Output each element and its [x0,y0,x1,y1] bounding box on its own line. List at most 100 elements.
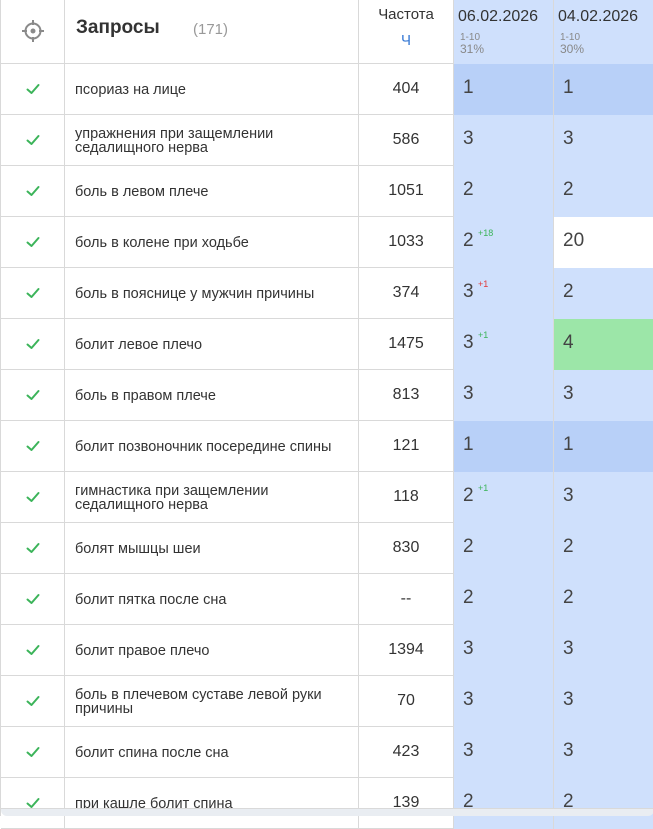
checkmark-icon[interactable] [25,387,41,403]
row-check-cell[interactable] [1,472,65,523]
checkmark-icon[interactable] [25,438,41,454]
checkmark-icon[interactable] [25,642,41,658]
row-query-cell[interactable]: болит пятка после сна [65,574,359,625]
row-check-cell[interactable] [1,574,65,625]
row-position-date-1[interactable]: 2 +1 [454,472,554,523]
table-row[interactable]: боль в левом плече 1051 2 2 [1,166,653,217]
row-query-cell[interactable]: болит спина после сна [65,727,359,778]
row-position-date-2[interactable]: 3 [554,472,653,523]
row-position-date-2[interactable]: 2 [554,166,653,217]
row-check-cell[interactable] [1,370,65,421]
row-position-date-2[interactable]: 2 [554,268,653,319]
checkmark-icon[interactable] [25,234,41,250]
row-position-date-2[interactable]: 3 [554,727,653,778]
row-query-cell[interactable]: боль в плечевом суставе левой руки причи… [65,676,359,727]
row-position-date-2[interactable]: 2 [554,574,653,625]
position-value: 3 [463,128,474,149]
position-value: 3 [463,740,474,761]
checkmark-icon[interactable] [25,693,41,709]
row-position-date-1[interactable]: 2 [454,778,554,829]
row-position-date-2[interactable]: 2 [554,523,653,574]
row-position-date-1[interactable]: 3 +1 [454,268,554,319]
table-row[interactable]: боль в пояснице у мужчин причины 374 3 +… [1,268,653,319]
row-query-cell[interactable]: при кашле болит спина [65,778,359,829]
table-row[interactable]: боль в плечевом суставе левой руки причи… [1,676,653,727]
table-row[interactable]: болит спина после сна 423 3 3 [1,727,653,778]
table-row[interactable]: псориаз на лице 404 1 1 [1,64,653,115]
header-date-2[interactable]: 04.02.2026 1-10 30% [554,0,653,64]
table-row[interactable]: болит правое плечо 1394 3 3 [1,625,653,676]
row-position-date-1[interactable]: 3 +1 [454,319,554,370]
row-check-cell[interactable] [1,115,65,166]
table-row[interactable]: гимнастика при защемлении седалищного не… [1,472,653,523]
row-position-date-1[interactable]: 3 [454,625,554,676]
row-position-date-1[interactable]: 2 [454,523,554,574]
header-select-cell[interactable] [1,0,65,64]
row-position-date-2[interactable]: 3 [554,625,653,676]
checkmark-icon[interactable] [25,489,41,505]
row-query-cell[interactable]: боль в правом плече [65,370,359,421]
header-queries[interactable]: Запросы (171) [65,0,359,64]
row-check-cell[interactable] [1,268,65,319]
table-row[interactable]: упражнения при защемлении седалищного не… [1,115,653,166]
row-query-cell[interactable]: болят мышцы шеи [65,523,359,574]
table-row[interactable]: болит пятка после сна -- 2 2 [1,574,653,625]
row-query-cell[interactable]: псориаз на лице [65,64,359,115]
row-position-date-1[interactable]: 1 [454,64,554,115]
row-position-date-1[interactable]: 3 [454,727,554,778]
row-query-cell[interactable]: боль в колене при ходьбе [65,217,359,268]
row-check-cell[interactable] [1,625,65,676]
row-check-cell[interactable] [1,727,65,778]
row-query-cell[interactable]: болит правое плечо [65,625,359,676]
row-position-date-1[interactable]: 3 [454,370,554,421]
header-date-1[interactable]: 06.02.2026 1-10 31% [454,0,554,64]
row-position-date-1[interactable]: 1 [454,421,554,472]
row-position-date-2[interactable]: 3 [554,370,653,421]
checkmark-icon[interactable] [25,183,41,199]
row-check-cell[interactable] [1,778,65,829]
checkmark-icon[interactable] [25,591,41,607]
row-position-date-2[interactable]: 2 [554,778,653,829]
row-position-date-1[interactable]: 3 [454,676,554,727]
row-query-cell[interactable]: гимнастика при защемлении седалищного не… [65,472,359,523]
row-check-cell[interactable] [1,421,65,472]
table-row[interactable]: боль в правом плече 813 3 3 [1,370,653,421]
frequency-sort-link[interactable]: Ч [359,32,453,49]
row-position-date-1[interactable]: 2 [454,574,554,625]
row-query-cell[interactable]: болит позвоночник посередине спины [65,421,359,472]
row-position-date-2[interactable]: 3 [554,676,653,727]
row-position-date-1[interactable]: 2 +18 [454,217,554,268]
row-position-date-2[interactable]: 3 [554,115,653,166]
row-check-cell[interactable] [1,676,65,727]
position-value: 3 [563,128,574,149]
table-row[interactable]: боль в колене при ходьбе 1033 2 +18 20 [1,217,653,268]
checkmark-icon[interactable] [25,744,41,760]
row-check-cell[interactable] [1,166,65,217]
row-position-date-2[interactable]: 20 [554,217,653,268]
table-row[interactable]: при кашле болит спина 139 2 2 [1,778,653,829]
table-row[interactable]: болит левое плечо 1475 3 +1 4 [1,319,653,370]
row-position-date-2[interactable]: 4 [554,319,653,370]
row-check-cell[interactable] [1,319,65,370]
crosshair-icon[interactable] [21,19,45,43]
row-position-date-2[interactable]: 1 [554,64,653,115]
row-query-cell[interactable]: боль в левом плече [65,166,359,217]
header-frequency[interactable]: Частота Ч [359,0,454,64]
row-check-cell[interactable] [1,64,65,115]
table-row[interactable]: болит позвоночник посередине спины 121 1… [1,421,653,472]
row-query-cell[interactable]: боль в пояснице у мужчин причины [65,268,359,319]
row-position-date-1[interactable]: 3 [454,115,554,166]
checkmark-icon[interactable] [25,81,41,97]
query-text: болит позвоночник посередине спины [75,438,332,455]
checkmark-icon[interactable] [25,285,41,301]
row-position-date-2[interactable]: 1 [554,421,653,472]
row-query-cell[interactable]: упражнения при защемлении седалищного не… [65,115,359,166]
row-position-date-1[interactable]: 2 [454,166,554,217]
checkmark-icon[interactable] [25,336,41,352]
row-check-cell[interactable] [1,217,65,268]
checkmark-icon[interactable] [25,132,41,148]
checkmark-icon[interactable] [25,540,41,556]
row-query-cell[interactable]: болит левое плечо [65,319,359,370]
row-check-cell[interactable] [1,523,65,574]
table-row[interactable]: болят мышцы шеи 830 2 2 [1,523,653,574]
